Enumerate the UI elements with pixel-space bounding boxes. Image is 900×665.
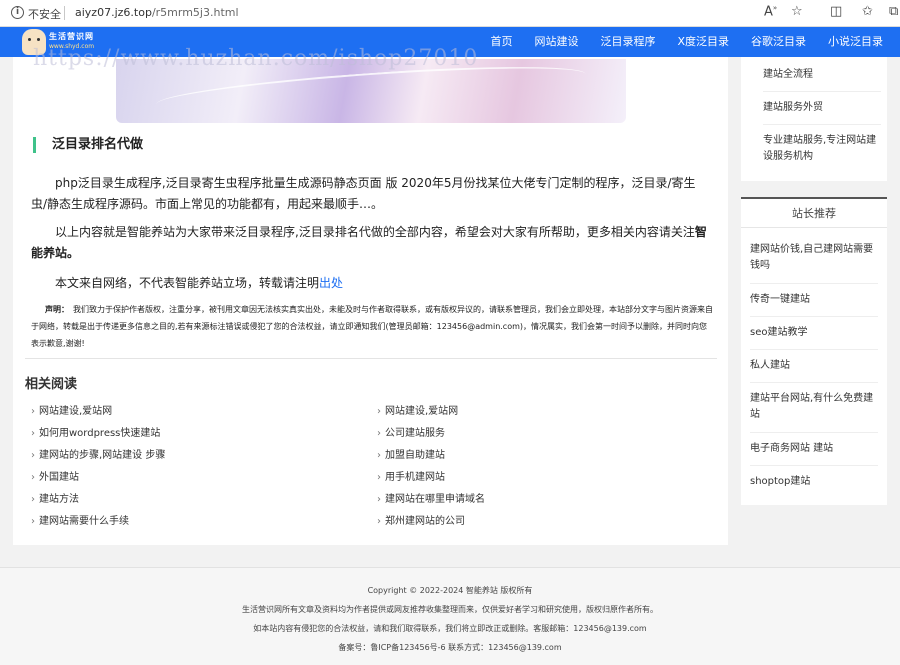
related-link[interactable]: 用手机建网站 [377, 468, 445, 483]
nav-google-pan-directory[interactable]: 谷歌泛目录 [740, 27, 817, 57]
section-title: 泛目录排名代做 [33, 137, 143, 153]
related-link[interactable]: 如何用wordpress快速建站 [31, 424, 160, 439]
sidebar-recent-list: 建站全流程 建站服务外贸 专业建站服务,专注网站建设服务机构 [741, 57, 887, 181]
address-bar[interactable]: aiyz07.jz6.top/r5mrm5j3.html [75, 6, 239, 19]
disclaimer-label: 声明： [45, 305, 69, 314]
disclaimer-text: 我们致力于保护作者版权，注重分享，被刊用文章因无法核实真实出处，未能及时与作者取… [31, 305, 713, 348]
main-nav: 首页 网站建设 泛目录程序 X度泛目录 谷歌泛目录 小说泛目录 [479, 27, 894, 57]
sidebar-rec-link[interactable]: seo建站教学 [750, 325, 882, 341]
split-screen-icon[interactable]: ◫ [830, 4, 842, 19]
sidebar-rec-link[interactable]: 传奇一键建站 [750, 292, 882, 308]
related-link[interactable]: 建网站需要什么手续 [31, 512, 129, 527]
nav-pan-directory[interactable]: 泛目录程序 [589, 27, 666, 57]
nav-x-pan-directory[interactable]: X度泛目录 [666, 27, 740, 57]
sidebar-link[interactable]: 建站全流程 [763, 67, 881, 83]
security-label[interactable]: 不安全 [28, 6, 61, 22]
article-card: 泛目录排名代做 php泛目录生成程序,泛目录寄生虫程序批量生成源码静态页面 版 … [13, 57, 728, 545]
sidebar-rec-link[interactable]: 建站平台网站,有什么免费建站 [750, 391, 882, 423]
disclaimer: 声明： 我们致力于保护作者版权，注重分享，被刊用文章因无法核实真实出处，未能及时与… [31, 301, 713, 352]
sidebar-rec-link[interactable]: 私人建站 [750, 358, 882, 374]
sidebar-link[interactable]: 专业建站服务,专注网站建设服务机构 [763, 133, 881, 165]
logo-text: 生活营识网 [49, 32, 94, 41]
article-paragraph-3: 本文来自网络，不代表智能养站立场，转载请注明出处 [31, 273, 711, 294]
browser-toolbar: i 不安全 aiyz07.jz6.top/r5mrm5j3.html A» ☆ … [0, 0, 900, 27]
sidebar-rec-link[interactable]: shoptop建站 [750, 474, 882, 490]
article-paragraph-1: php泛目录生成程序,泛目录寄生虫程序批量生成源码静态页面 版 2020年5月份… [31, 176, 696, 211]
favorites-icon[interactable]: ✩ [862, 4, 873, 19]
sidebar-recommended: 站长推荐 建网站价钱,自己建网站需要钱吗 传奇一键建站 seo建站教学 私人建站… [741, 197, 887, 505]
related-link[interactable]: 建站方法 [31, 490, 79, 505]
source-link[interactable]: 出处 [319, 276, 343, 290]
read-aloud-icon[interactable]: A» [764, 4, 777, 19]
divider [25, 358, 717, 359]
related-reading-title: 相关阅读 [25, 377, 78, 392]
related-link[interactable]: 外国建站 [31, 468, 79, 483]
related-link[interactable]: 建网站在哪里申请域名 [377, 490, 485, 505]
sidebar-recommended-title: 站长推荐 [741, 197, 887, 228]
sidebar-divider [750, 465, 878, 466]
watermark-text: https://www.huzhan.com/ishop27010 [33, 46, 479, 71]
sidebar-divider [750, 283, 878, 284]
para3-text: 本文来自网络，不代表智能养站立场，转载请注明 [55, 276, 320, 290]
sidebar-divider [750, 349, 878, 350]
related-link[interactable]: 建网站的步骤,网站建设 步骤 [31, 446, 165, 461]
site-footer: Copyright © 2022-2024 智能养站 版权所有 生活营识网所有文… [0, 567, 900, 665]
footer-icp: 备案号：鲁ICP备123456号-6 联系方式：123456@139.com [338, 643, 562, 652]
footer-contact: 如本站内容有侵犯您的合法权益，请和我们取得联系，我们将立即改正或删除。客服邮箱：… [253, 624, 647, 633]
para2-text: 以上内容就是智能养站为大家带来泛目录程序,泛目录排名代做的全部内容，希望会对大家… [55, 225, 695, 239]
url-host: aiyz07.jz6.top [75, 6, 152, 19]
nav-home[interactable]: 首页 [479, 27, 523, 57]
favorite-star-icon[interactable]: ☆ [791, 4, 803, 19]
related-link[interactable]: 公司建站服务 [377, 424, 445, 439]
sidebar-divider [750, 432, 878, 433]
article-paragraph-2: 以上内容就是智能养站为大家带来泛目录程序,泛目录排名代做的全部内容，希望会对大家… [31, 222, 711, 264]
footer-notice: 生活营识网所有文章及资料均为作者提供或网友推荐收集整理而来，仅供爱好者学习和研究… [242, 605, 658, 614]
collections-icon[interactable]: ⧉ [889, 4, 898, 19]
related-link[interactable]: 网站建设,爱站网 [377, 402, 458, 417]
sidebar-divider [763, 91, 881, 92]
sidebar-link[interactable]: 建站服务外贸 [763, 100, 881, 116]
address-divider [64, 6, 65, 20]
footer-copyright: Copyright © 2022-2024 智能养站 版权所有 [367, 586, 533, 595]
sidebar-divider [750, 316, 878, 317]
info-icon[interactable]: i [11, 6, 24, 19]
sidebar-divider [763, 124, 881, 125]
related-link[interactable]: 网站建设,爱站网 [31, 402, 112, 417]
related-link[interactable]: 郑州建网站的公司 [377, 512, 465, 527]
related-link[interactable]: 加盟自助建站 [377, 446, 445, 461]
url-path: /r5mrm5j3.html [151, 6, 239, 19]
nav-novel-pan-directory[interactable]: 小说泛目录 [817, 27, 894, 57]
sidebar-rec-link[interactable]: 电子商务网站 建站 [750, 441, 882, 457]
nav-site-building[interactable]: 网站建设 [523, 27, 589, 57]
sidebar-divider [750, 382, 878, 383]
sidebar-rec-link[interactable]: 建网站价钱,自己建网站需要钱吗 [750, 242, 882, 274]
